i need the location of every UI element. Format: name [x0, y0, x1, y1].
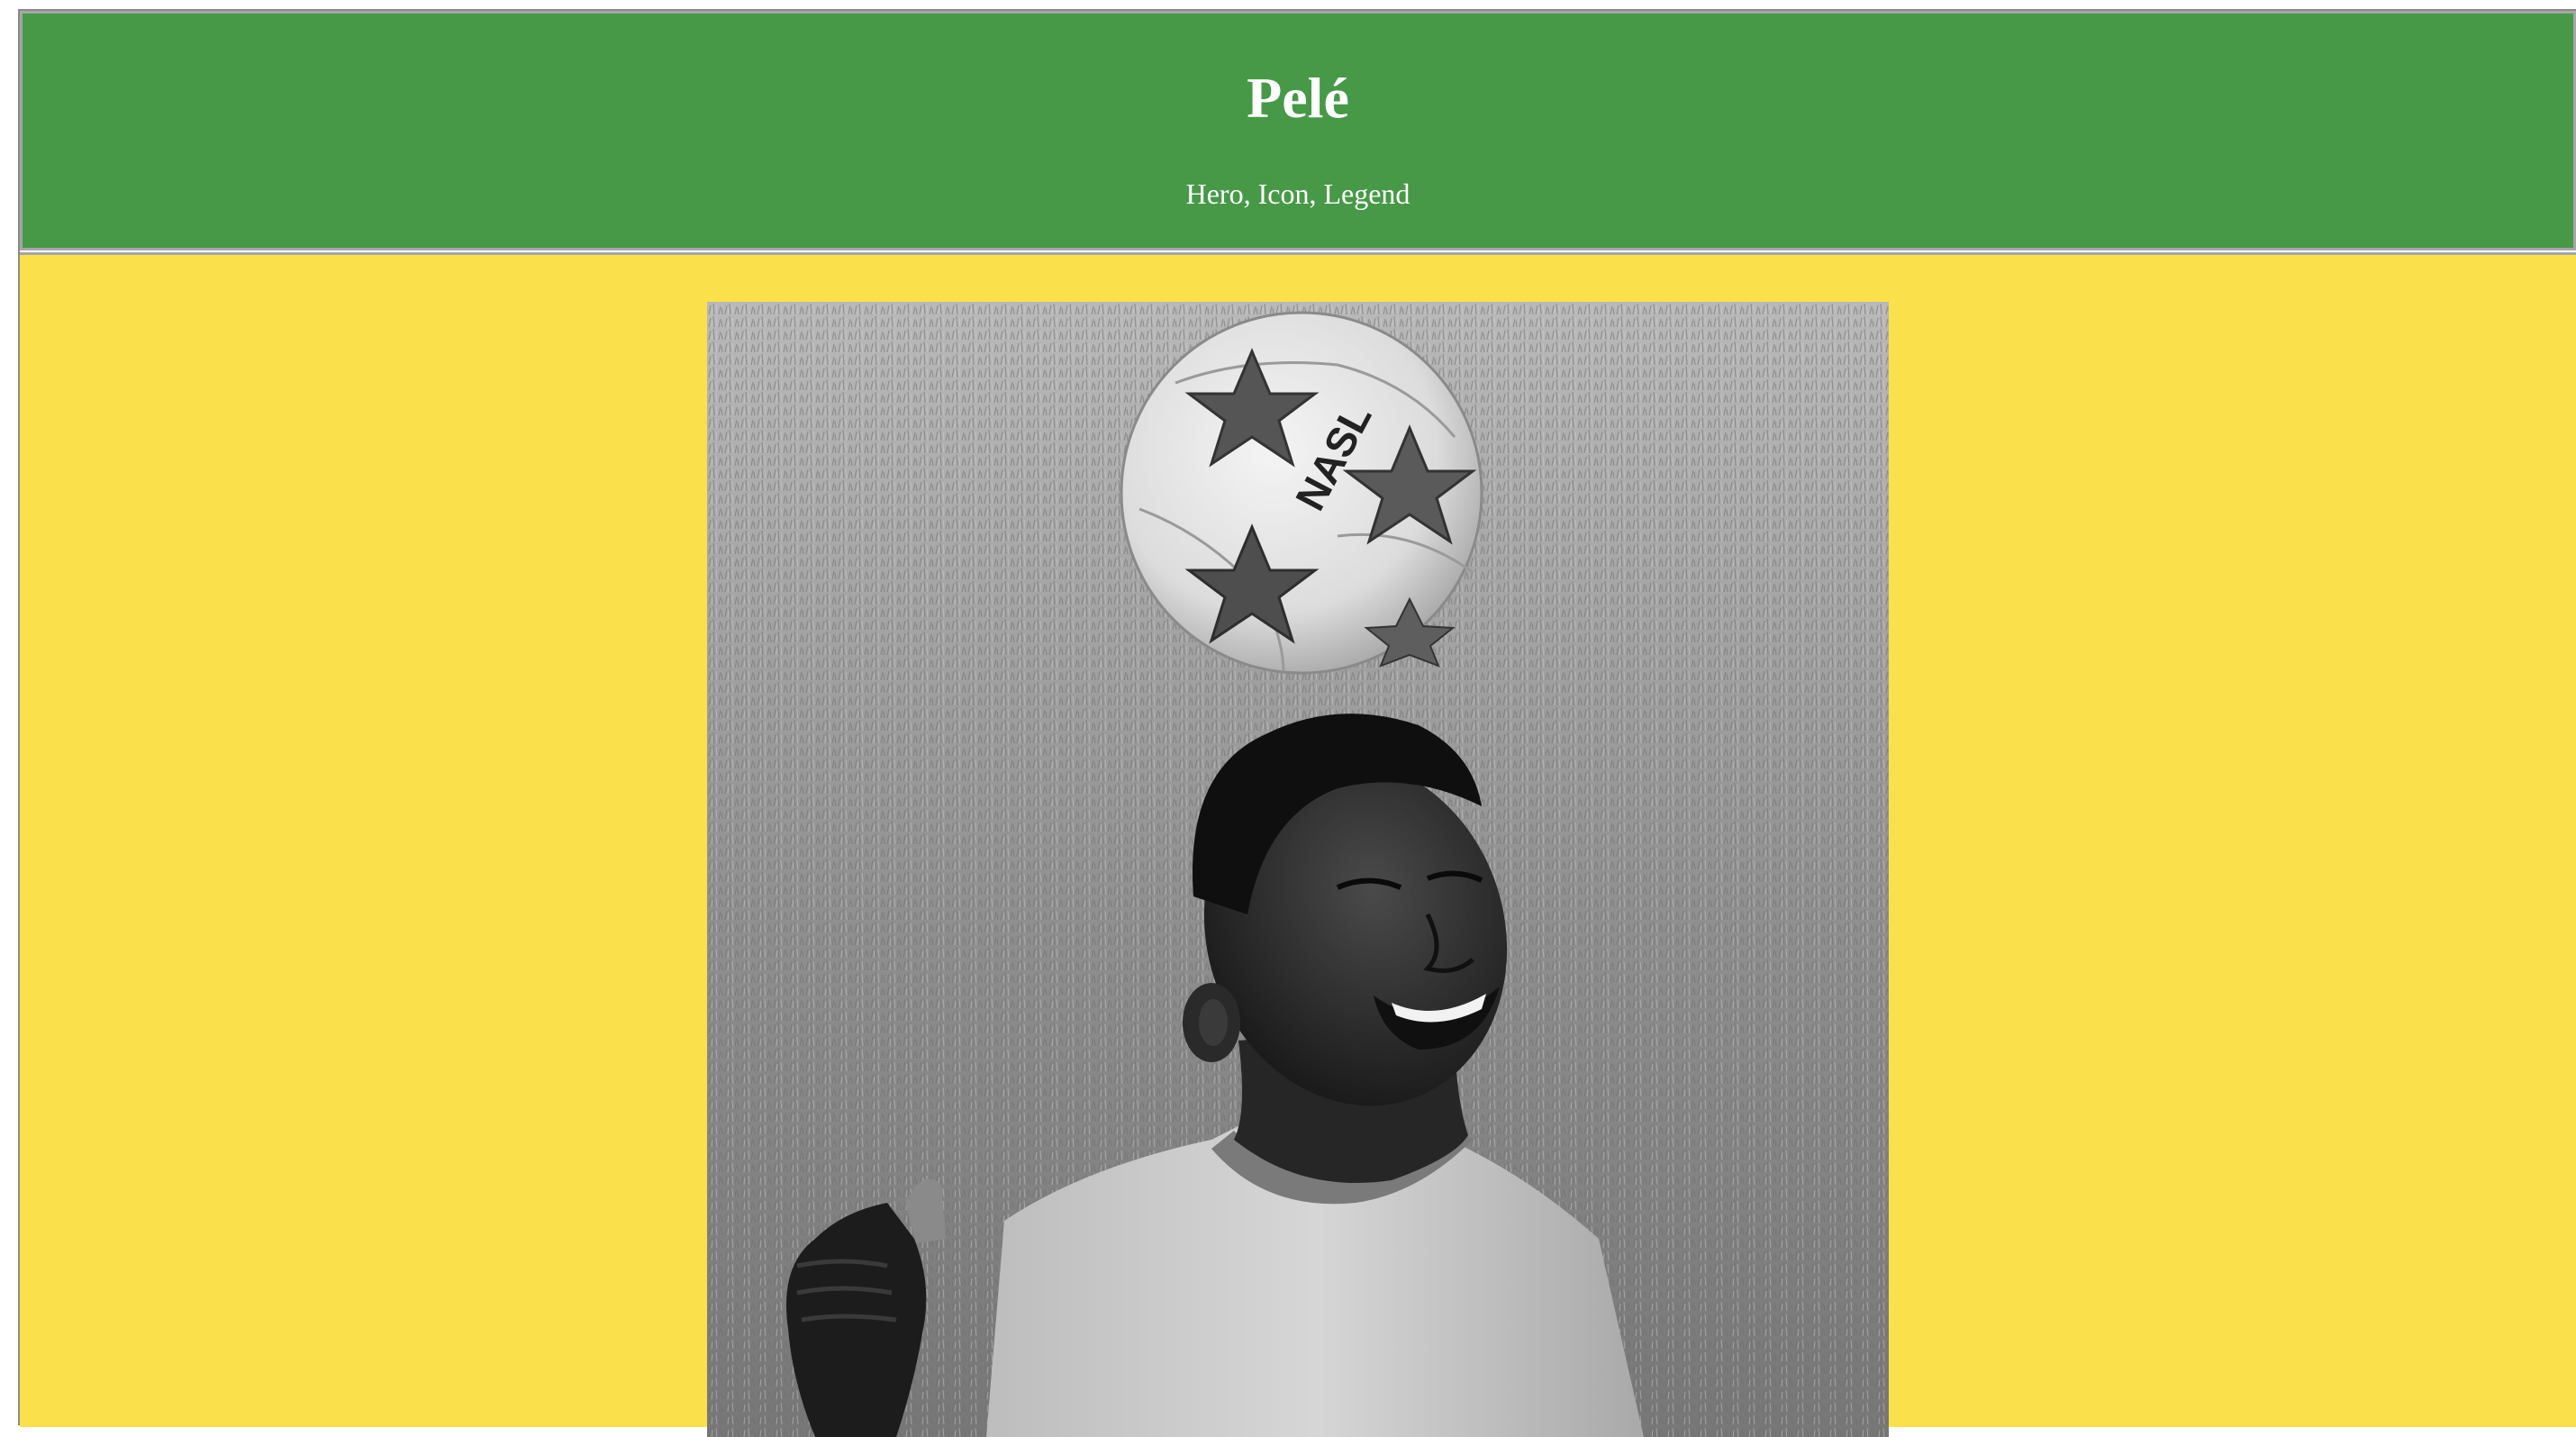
page: Pelé Hero, Icon, Legend NASL: [18, 9, 2576, 1437]
page-title: Pelé: [1247, 66, 1349, 130]
page-subtitle: Hero, Icon, Legend: [1185, 177, 1410, 210]
content-area: NASL: [20, 252, 2576, 1437]
hero-header: Pelé Hero, Icon, Legend: [20, 11, 2576, 250]
pele-photo: NASL: [707, 302, 1889, 1437]
soccer-ball: NASL: [1120, 311, 1483, 675]
